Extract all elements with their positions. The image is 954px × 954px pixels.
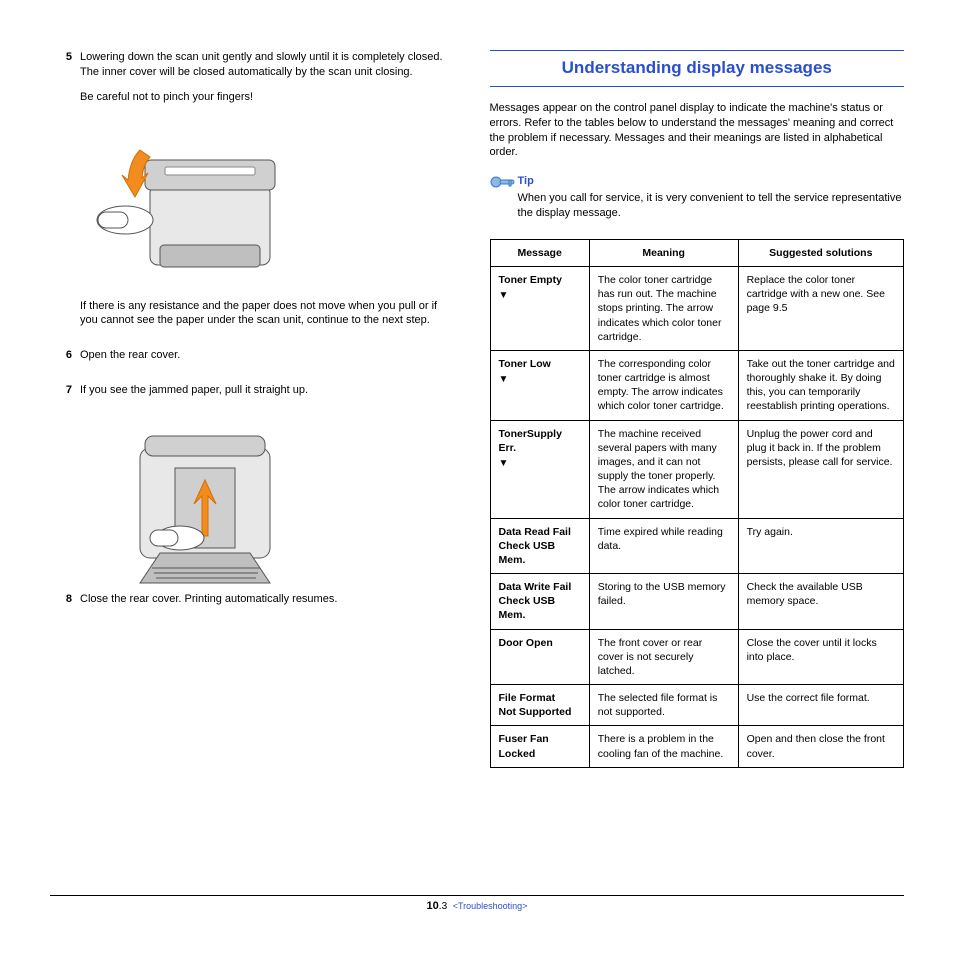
right-column: Understanding display messages Messages … [490, 50, 904, 768]
solution-cell: Replace the color toner cartridge with a… [738, 267, 903, 351]
left-column: 5 Lowering down the scan unit gently and… [50, 50, 450, 768]
tip-box: Tip When you call for service, it is ver… [490, 174, 904, 221]
message-cell: File FormatNot Supported [490, 685, 589, 726]
solution-cell: Unplug the power cord and plug it back i… [738, 420, 903, 518]
solution-cell: Take out the toner cartridge and thoroug… [738, 350, 903, 420]
table-row: TonerSupply Err.▼The machine received se… [490, 420, 903, 518]
message-cell: Data Write FailCheck USB Mem. [490, 574, 589, 630]
solution-cell: Use the correct file format. [738, 685, 903, 726]
step-6: 6 Open the rear cover. [50, 348, 450, 373]
arrow-down-icon: ▼ [499, 289, 509, 303]
solution-cell: Check the available USB memory space. [738, 574, 903, 630]
meaning-cell: Storing to the USB memory failed. [589, 574, 738, 630]
page-footer: 10.3 <Troubleshooting> [50, 895, 904, 914]
meaning-cell: Time expired while reading data. [589, 518, 738, 574]
solution-cell: Try again. [738, 518, 903, 574]
step-7: 7 If you see the jammed paper, pull it s… [50, 383, 450, 408]
figure-scan-unit [90, 125, 310, 285]
message-cell: Data Read FailCheck USB Mem. [490, 518, 589, 574]
table-row: Data Write FailCheck USB Mem.Storing to … [490, 574, 903, 630]
table-row: Data Read FailCheck USB Mem.Time expired… [490, 518, 903, 574]
meaning-cell: The machine received several papers with… [589, 420, 738, 518]
table-row: Toner Empty▼The color toner cartridge ha… [490, 267, 903, 351]
step-5: 5 Lowering down the scan unit gently and… [50, 50, 450, 115]
arrow-down-icon: ▼ [499, 373, 509, 387]
section-title: Understanding display messages [490, 50, 904, 87]
table-row: Fuser FanLockedThere is a problem in the… [490, 726, 903, 767]
section-intro: Messages appear on the control panel dis… [490, 101, 904, 160]
page: 5 Lowering down the scan unit gently and… [0, 0, 954, 954]
col-solution: Suggested solutions [738, 239, 903, 266]
step-text: If you see the jammed paper, pull it str… [80, 383, 450, 398]
step-number: 8 [50, 592, 80, 617]
tip-text: When you call for service, it is very co… [518, 191, 904, 221]
solution-cell: Close the cover until it locks into plac… [738, 629, 903, 685]
col-meaning: Meaning [589, 239, 738, 266]
meaning-cell: The color toner cartridge has run out. T… [589, 267, 738, 351]
page-number-rest: .3 [439, 901, 447, 912]
messages-table: Message Meaning Suggested solutions Tone… [490, 239, 904, 768]
step-5-after: If there is any resistance and the paper… [50, 299, 450, 339]
footer-section: <Troubleshooting> [453, 901, 528, 911]
message-cell: Door Open [490, 629, 589, 685]
message-cell: TonerSupply Err.▼ [490, 420, 589, 518]
figure-rear-cover [90, 418, 310, 578]
step-text: If there is any resistance and the paper… [80, 299, 450, 329]
step-number: 5 [50, 50, 80, 115]
key-icon [490, 174, 518, 221]
message-cell: Toner Low▼ [490, 350, 589, 420]
step-number: 6 [50, 348, 80, 373]
step-text: Be careful not to pinch your fingers! [80, 90, 450, 105]
tip-label: Tip [518, 174, 904, 189]
step-number: 7 [50, 383, 80, 408]
step-text: Open the rear cover. [80, 348, 450, 363]
meaning-cell: There is a problem in the cooling fan of… [589, 726, 738, 767]
step-text: Lowering down the scan unit gently and s… [80, 50, 450, 80]
meaning-cell: The selected file format is not supporte… [589, 685, 738, 726]
table-row: Door OpenThe front cover or rear cover i… [490, 629, 903, 685]
solution-cell: Open and then close the front cover. [738, 726, 903, 767]
message-cell: Toner Empty▼ [490, 267, 589, 351]
table-row: Toner Low▼The corresponding color toner … [490, 350, 903, 420]
arrow-down-icon: ▼ [499, 457, 509, 471]
meaning-cell: The corresponding color toner cartridge … [589, 350, 738, 420]
table-row: File FormatNot SupportedThe selected fil… [490, 685, 903, 726]
col-message: Message [490, 239, 589, 266]
page-number-bold: 10 [427, 900, 439, 912]
meaning-cell: The front cover or rear cover is not sec… [589, 629, 738, 685]
message-cell: Fuser FanLocked [490, 726, 589, 767]
